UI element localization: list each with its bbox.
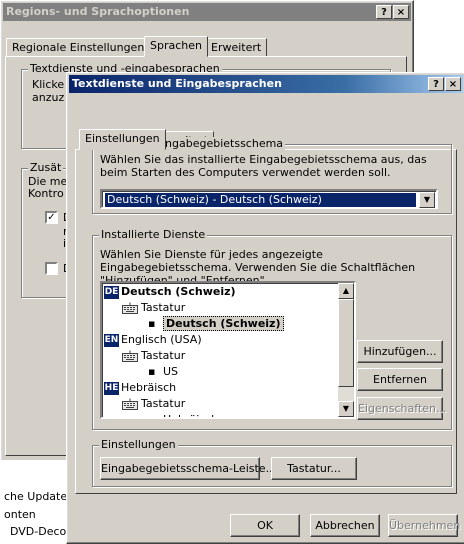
tree-item-label: Englisch (USA) bbox=[121, 333, 202, 346]
outer-additional-text2: Kontro bbox=[28, 187, 64, 200]
scroll-up-icon[interactable]: ▲ bbox=[338, 283, 354, 299]
tree-item-label: Tastatur bbox=[141, 301, 186, 314]
add-button[interactable]: Hinzufügen... bbox=[357, 340, 443, 363]
keyboard-icon bbox=[122, 302, 138, 314]
outer-help-button[interactable]: ? bbox=[376, 5, 392, 19]
tab-languages[interactable]: Sprachen bbox=[144, 36, 208, 57]
bullet-icon: ▪ bbox=[148, 413, 159, 417]
text-services-title: Textdienste und Eingabesprachen bbox=[72, 77, 282, 90]
tree-item[interactable]: Tastatur bbox=[122, 300, 185, 316]
tree-item-label: Hebräisch bbox=[121, 381, 177, 394]
ok-button[interactable]: OK bbox=[230, 514, 300, 537]
remove-button[interactable]: Entfernen bbox=[357, 368, 443, 391]
background-line-1[interactable]: che Updates bbox=[4, 490, 73, 503]
default-locale-combobox[interactable]: Deutsch (Schweiz) - Deutsch (Schweiz) ▼ bbox=[100, 189, 438, 209]
tree-item-label: Deutsch (Schweiz) bbox=[121, 285, 236, 298]
outer-text-services-text2: anzuz bbox=[32, 91, 65, 104]
background-line-2[interactable]: onten bbox=[4, 508, 36, 521]
outer-close-button[interactable]: × bbox=[393, 5, 409, 19]
background-line-3[interactable]: DVD-Decod bbox=[10, 525, 73, 538]
cancel-button[interactable]: Abbrechen bbox=[310, 514, 380, 537]
outer-checkbox-2[interactable] bbox=[45, 262, 58, 275]
tree-item[interactable]: ▪ US bbox=[148, 364, 178, 380]
default-locale-selected: Deutsch (Schweiz) - Deutsch (Schweiz) bbox=[105, 193, 416, 207]
installed-services-legend: Installierte Dienste bbox=[99, 228, 208, 241]
tree-item[interactable]: Tastatur bbox=[122, 396, 185, 412]
keyboard-button[interactable]: Tastatur... bbox=[271, 457, 357, 480]
outer-text-services-text1: Klicke bbox=[32, 78, 65, 91]
bullet-icon: ▪ bbox=[148, 365, 159, 378]
help-button[interactable]: ? bbox=[428, 77, 444, 91]
tab-advanced-outer[interactable]: Erweitert bbox=[205, 38, 268, 57]
tree-item[interactable]: ▪ Hebräisch bbox=[148, 412, 218, 417]
outer-additional-legend: Zusät bbox=[28, 161, 64, 174]
tree-item-label: Deutsch (Schweiz) bbox=[162, 316, 284, 331]
tree-item-label: Tastatur bbox=[141, 349, 186, 362]
tree-item[interactable]: DE Deutsch (Schweiz) bbox=[104, 284, 236, 300]
text-services-dialog: Textdienste und Eingabesprachen ? × Eins… bbox=[66, 72, 464, 544]
scroll-thumb[interactable] bbox=[338, 299, 354, 387]
tree-item-label: Hebräisch bbox=[163, 413, 218, 417]
outer-checkbox-1[interactable]: ✓ bbox=[45, 211, 58, 224]
apply-button[interactable]: Übernehmen bbox=[388, 514, 460, 537]
properties-button[interactable]: Eigenschaften... bbox=[357, 397, 446, 420]
tree-item[interactable]: EN Englisch (USA) bbox=[104, 332, 202, 348]
tab-regional-settings[interactable]: Regionale Einstellungen bbox=[6, 38, 151, 57]
language-badge-icon: HE bbox=[104, 381, 119, 395]
tree-item[interactable]: ▪ Deutsch (Schweiz) bbox=[148, 316, 284, 332]
installed-services-tree[interactable]: DE Deutsch (Schweiz) Tastatur ▪ Deutsch (Sc… bbox=[100, 281, 356, 419]
tree-item-label: US bbox=[162, 365, 178, 378]
default-locale-description: Wählen Sie das installierte Eingabegebie… bbox=[100, 153, 427, 179]
tree-item-label: Tastatur bbox=[141, 397, 186, 410]
tree-item[interactable]: Tastatur bbox=[122, 348, 185, 364]
regional-options-title: Regions- und Sprachoptionen bbox=[6, 5, 190, 18]
language-bar-button[interactable]: Eingabegebietsschema-Leiste... bbox=[100, 457, 276, 480]
bullet-icon: ▪ bbox=[148, 317, 159, 330]
dropdown-arrow-icon[interactable]: ▼ bbox=[419, 192, 435, 208]
tab-settings[interactable]: Einstellungen bbox=[79, 129, 166, 150]
close-button[interactable]: × bbox=[445, 77, 461, 91]
keyboard-icon bbox=[122, 350, 138, 362]
tree-item[interactable]: HE Hebräisch bbox=[104, 380, 176, 396]
settings-legend: Einstellungen bbox=[99, 438, 178, 451]
language-badge-icon: DE bbox=[104, 285, 119, 299]
text-services-titlebar[interactable]: Textdienste und Eingabesprachen ? × bbox=[69, 75, 463, 93]
language-badge-icon: EN bbox=[104, 333, 119, 347]
scroll-down-icon[interactable]: ▼ bbox=[338, 401, 354, 417]
keyboard-icon bbox=[122, 398, 138, 410]
tree-scrollbar[interactable]: ▲ ▼ bbox=[338, 283, 354, 417]
regional-options-titlebar[interactable]: Regions- und Sprachoptionen ? × bbox=[3, 3, 411, 21]
